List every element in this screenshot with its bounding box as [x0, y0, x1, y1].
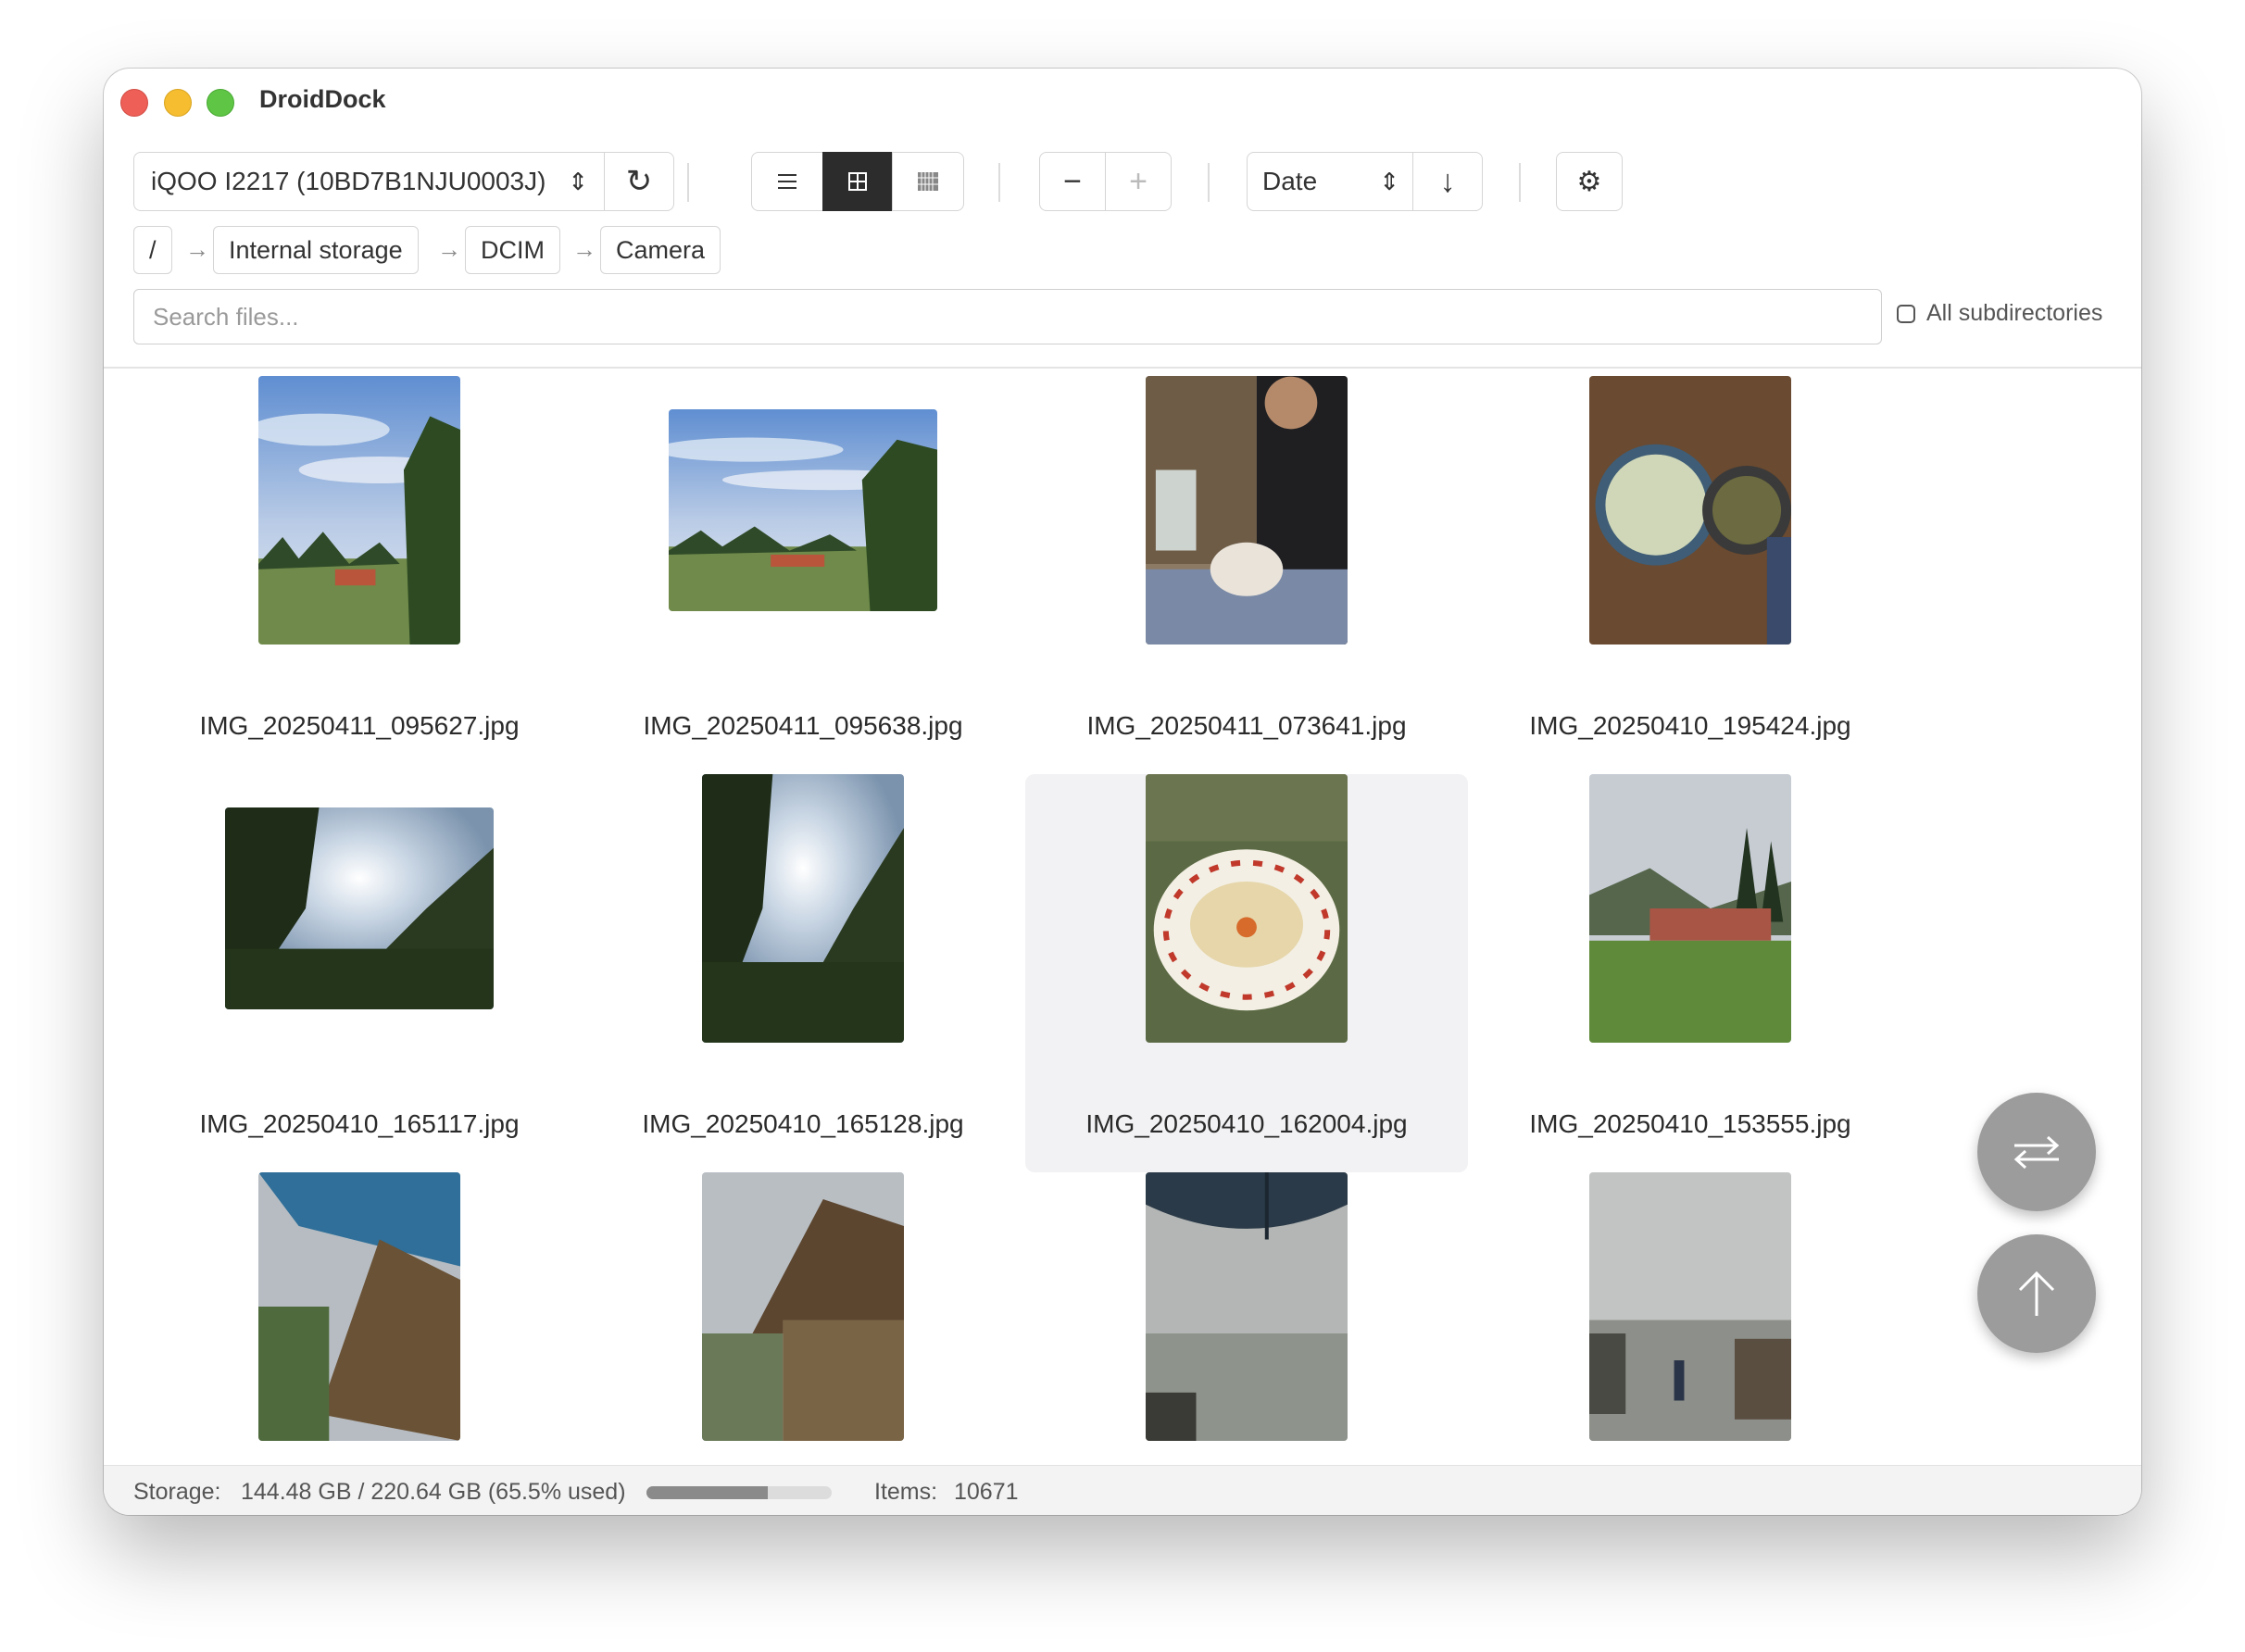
- file-item[interactable]: IMG_20250410_195424.jpg: [1469, 376, 1912, 774]
- file-name: IMG_20250410_195424.jpg: [1529, 711, 1851, 740]
- storage-value: 144.48 GB / 220.64 GB (65.5% used): [241, 1479, 626, 1505]
- items-value: 10671: [954, 1479, 1019, 1505]
- breadcrumb-dcim[interactable]: DCIM: [465, 226, 560, 274]
- list-view-icon: [778, 174, 796, 189]
- breadcrumb-camera[interactable]: Camera: [600, 226, 721, 274]
- scroll-to-top-button[interactable]: [1977, 1234, 2096, 1353]
- storage-progress-fill: [646, 1486, 768, 1499]
- file-item[interactable]: IMG_20250411_095638.jpg: [582, 376, 1024, 774]
- file-thumbnail[interactable]: [702, 1172, 904, 1441]
- arrow-right-icon: →: [572, 235, 596, 263]
- gallery-view-icon: [918, 172, 938, 191]
- file-name: IMG_20250411_095638.jpg: [643, 711, 963, 740]
- transfer-button[interactable]: [1977, 1093, 2096, 1211]
- file-thumbnail[interactable]: [1146, 1172, 1348, 1441]
- file-thumbnail[interactable]: [258, 376, 460, 645]
- file-thumbnail[interactable]: [1146, 774, 1348, 1043]
- zoom-out-icon: −: [1063, 163, 1082, 199]
- scroll-top-icon: [2018, 1270, 2055, 1316]
- file-item[interactable]: [1469, 1172, 1912, 1465]
- sort-select-value: Date: [1262, 167, 1318, 195]
- file-name: IMG_20250411_095627.jpg: [199, 711, 520, 740]
- subdirectories-toggle[interactable]: All subdirectories: [1897, 300, 2102, 327]
- file-thumbnail[interactable]: [225, 807, 494, 1009]
- items-label: Items:: [874, 1479, 938, 1505]
- file-grid: IMG_20250411_095627.jpg IMG_20250411_095…: [104, 369, 2141, 1465]
- file-thumbnail[interactable]: [258, 1172, 460, 1441]
- sort-select[interactable]: Date ⇕: [1247, 152, 1413, 211]
- minimize-window-button[interactable]: [164, 89, 192, 117]
- file-thumbnail[interactable]: [1589, 1172, 1791, 1441]
- storage-progress-bar: [646, 1486, 832, 1499]
- device-select[interactable]: iQOO I2217 (10BD7B1NJU0003J) ⇕: [133, 152, 606, 211]
- zoom-out-button[interactable]: −: [1039, 152, 1106, 211]
- settings-button[interactable]: ⚙: [1556, 152, 1623, 211]
- breadcrumb-internal-storage[interactable]: Internal storage: [213, 226, 419, 274]
- file-name: IMG_20250410_153555.jpg: [1529, 1109, 1851, 1138]
- subdirectories-checkbox[interactable]: [1897, 304, 1915, 323]
- file-item[interactable]: [138, 1172, 581, 1465]
- refresh-button[interactable]: ↻: [604, 152, 674, 211]
- toolbar-separator: [687, 163, 689, 202]
- file-item[interactable]: IMG_20250411_073641.jpg: [1025, 376, 1468, 774]
- list-view-button[interactable]: [751, 152, 823, 211]
- file-thumbnail[interactable]: [1589, 376, 1791, 645]
- grid-view-icon: [848, 172, 867, 191]
- gallery-view-button[interactable]: [892, 152, 964, 211]
- file-item[interactable]: IMG_20250410_165117.jpg: [138, 774, 581, 1172]
- breadcrumb-root[interactable]: /: [133, 226, 172, 274]
- file-item[interactable]: [582, 1172, 1024, 1465]
- file-name: IMG_20250411_073641.jpg: [1086, 711, 1407, 740]
- sort-direction-icon: ↓: [1439, 163, 1456, 199]
- swap-icon: [2013, 1135, 2060, 1170]
- file-thumbnail[interactable]: [702, 774, 904, 1043]
- grid-view-button[interactable]: [822, 152, 893, 211]
- zoom-window-button[interactable]: [207, 89, 234, 117]
- toolbar-separator: [1208, 163, 1210, 202]
- storage-label: Storage:: [133, 1479, 221, 1505]
- arrow-right-icon: →: [185, 235, 209, 263]
- sort-direction-button[interactable]: ↓: [1412, 152, 1483, 211]
- file-item[interactable]: IMG_20250411_095627.jpg: [138, 376, 581, 774]
- file-thumbnail[interactable]: [1146, 376, 1348, 645]
- arrow-right-icon: →: [437, 235, 461, 263]
- select-chevron-icon: ⇕: [568, 167, 588, 195]
- file-name: IMG_20250410_165117.jpg: [199, 1109, 520, 1138]
- select-chevron-icon: ⇕: [1379, 167, 1399, 195]
- toolbar-separator: [998, 163, 1000, 202]
- file-item[interactable]: [1025, 1172, 1468, 1465]
- file-name: IMG_20250410_162004.jpg: [1085, 1109, 1408, 1138]
- file-name: IMG_20250410_165128.jpg: [642, 1109, 964, 1138]
- file-thumbnail[interactable]: [669, 409, 937, 611]
- file-thumbnail[interactable]: [1589, 774, 1791, 1043]
- search-input[interactable]: [133, 289, 1882, 344]
- file-item[interactable]: IMG_20250410_153555.jpg: [1469, 774, 1912, 1172]
- settings-icon: ⚙: [1576, 166, 1602, 197]
- file-item[interactable]: IMG_20250410_165128.jpg: [582, 774, 1024, 1172]
- subdirectories-label: All subdirectories: [1926, 300, 2103, 326]
- refresh-icon: ↻: [625, 164, 653, 199]
- window-title: DroidDock: [259, 85, 386, 113]
- toolbar-separator: [1519, 163, 1521, 202]
- close-window-button[interactable]: [120, 89, 148, 117]
- device-select-value: iQOO I2217 (10BD7B1NJU0003J): [151, 167, 546, 195]
- file-item[interactable]: IMG_20250410_162004.jpg: [1025, 774, 1468, 1172]
- status-bar: Storage: 144.48 GB / 220.64 GB (65.5% us…: [104, 1465, 2141, 1515]
- zoom-in-button[interactable]: +: [1105, 152, 1172, 211]
- titlebar: DroidDock: [104, 69, 2141, 133]
- app-window: DroidDock iQOO I2217 (10BD7B1NJU0003J) ⇕…: [104, 69, 2141, 1515]
- zoom-in-icon: +: [1129, 163, 1148, 199]
